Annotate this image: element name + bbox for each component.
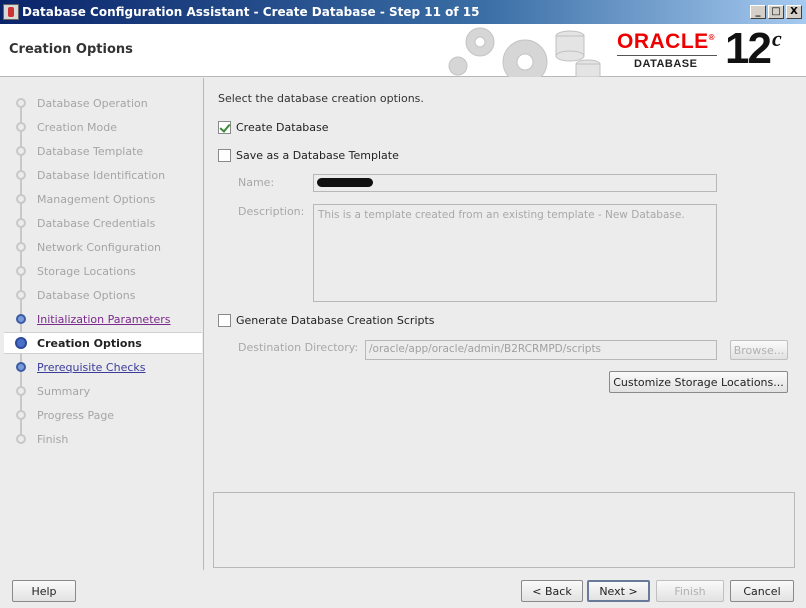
step-status-icon bbox=[16, 314, 26, 324]
nav-step-database-options: Database Options bbox=[4, 284, 202, 306]
generate-scripts-option[interactable]: Generate Database Creation Scripts bbox=[218, 314, 435, 327]
name-label: Name: bbox=[238, 176, 275, 189]
nav-step-label: Database Options bbox=[37, 288, 136, 302]
main-panel: Select the database creation options. Cr… bbox=[203, 78, 803, 570]
create-database-label: Create Database bbox=[236, 121, 329, 134]
step-status-icon bbox=[16, 194, 26, 204]
nav-step-progress-page: Progress Page bbox=[4, 404, 202, 426]
page-title: Creation Options bbox=[9, 42, 133, 57]
close-button[interactable]: X bbox=[786, 5, 802, 19]
nav-step-label: Initialization Parameters bbox=[37, 312, 171, 326]
back-button[interactable]: < Back bbox=[521, 580, 583, 602]
nav-step-database-identification: Database Identification bbox=[4, 164, 202, 186]
nav-step-label: Creation Options bbox=[37, 336, 142, 350]
minimize-button[interactable]: _ bbox=[750, 5, 766, 19]
destination-directory-label: Destination Directory: bbox=[238, 341, 359, 354]
step-status-icon bbox=[16, 170, 26, 180]
step-status-icon bbox=[16, 434, 26, 444]
nav-step-label: Finish bbox=[37, 432, 69, 446]
help-button[interactable]: Help bbox=[12, 580, 76, 602]
step-status-icon bbox=[15, 337, 27, 349]
next-button[interactable]: Next > bbox=[587, 580, 650, 602]
java-app-icon bbox=[3, 4, 19, 20]
create-database-option[interactable]: Create Database bbox=[218, 121, 329, 134]
nav-step-network-configuration: Network Configuration bbox=[4, 236, 202, 258]
step-status-icon bbox=[16, 290, 26, 300]
nav-step-label: Database Template bbox=[37, 144, 144, 158]
nav-step-summary: Summary bbox=[4, 380, 202, 402]
finish-button[interactable]: Finish bbox=[656, 580, 724, 602]
nav-step-initialization-parameters[interactable]: Initialization Parameters bbox=[4, 308, 202, 330]
window-title-bar: Database Configuration Assistant - Creat… bbox=[0, 0, 806, 24]
step-status-icon bbox=[16, 122, 26, 132]
nav-step-database-credentials: Database Credentials bbox=[4, 212, 202, 234]
browse-button[interactable]: Browse... bbox=[730, 340, 788, 360]
nav-step-prerequisite-checks[interactable]: Prerequisite Checks bbox=[4, 356, 202, 378]
nav-step-label: Database Credentials bbox=[37, 216, 156, 230]
step-status-icon bbox=[16, 218, 26, 228]
footer-buttons: Help < Back Next > Finish Cancel bbox=[0, 570, 806, 608]
step-status-icon bbox=[16, 410, 26, 420]
name-field[interactable] bbox=[313, 174, 717, 192]
nav-step-label: Summary bbox=[37, 384, 91, 398]
destination-directory-field[interactable]: /oracle/app/oracle/admin/B2RCRMPD/script… bbox=[365, 340, 717, 360]
description-field[interactable]: This is a template created from an exist… bbox=[313, 204, 717, 302]
maximize-button[interactable]: □ bbox=[768, 5, 784, 19]
step-status-icon bbox=[16, 98, 26, 108]
message-area bbox=[213, 492, 795, 568]
customize-storage-button[interactable]: Customize Storage Locations... bbox=[609, 371, 788, 393]
step-status-icon bbox=[16, 386, 26, 396]
step-status-icon bbox=[16, 242, 26, 252]
gears-decoration-icon bbox=[448, 27, 601, 77]
step-status-icon bbox=[16, 266, 26, 276]
description-label: Description: bbox=[238, 205, 305, 218]
nav-step-database-operation: Database Operation bbox=[4, 92, 202, 114]
nav-step-management-options: Management Options bbox=[4, 188, 202, 210]
nav-step-label: Database Operation bbox=[37, 96, 148, 110]
create-database-checkbox[interactable] bbox=[218, 121, 231, 134]
window-title: Database Configuration Assistant - Creat… bbox=[22, 5, 480, 19]
nav-step-label: Storage Locations bbox=[37, 264, 136, 278]
intro-text: Select the database creation options. bbox=[218, 92, 424, 105]
version-suffix: c bbox=[772, 26, 782, 51]
nav-step-label: Database Identification bbox=[37, 168, 166, 182]
step-status-icon bbox=[16, 146, 26, 156]
version-number: 12 bbox=[725, 24, 772, 73]
generate-scripts-label: Generate Database Creation Scripts bbox=[236, 314, 435, 327]
redacted-name bbox=[317, 178, 373, 187]
database-brand: DATABASE bbox=[634, 58, 698, 70]
cancel-button[interactable]: Cancel bbox=[730, 580, 794, 602]
save-template-checkbox[interactable] bbox=[218, 149, 231, 162]
oracle-12c-logo: ORACLE® DATABASE 12 c bbox=[612, 24, 802, 74]
nav-step-finish: Finish bbox=[4, 428, 202, 450]
nav-step-label: Network Configuration bbox=[37, 240, 162, 254]
header-banner: Creation Options ORACLE® DATABASE 12 c bbox=[0, 24, 806, 77]
nav-step-label: Progress Page bbox=[37, 408, 115, 422]
save-template-label: Save as a Database Template bbox=[236, 149, 399, 162]
nav-step-creation-options: Creation Options bbox=[4, 332, 202, 354]
oracle-brand: ORACLE® bbox=[617, 30, 716, 53]
generate-scripts-checkbox[interactable] bbox=[218, 314, 231, 327]
step-navigation: Database Operation Creation Mode Database … bbox=[4, 78, 202, 570]
step-status-icon bbox=[16, 362, 26, 372]
save-template-option[interactable]: Save as a Database Template bbox=[218, 149, 399, 162]
nav-step-database-template: Database Template bbox=[4, 140, 202, 162]
nav-step-creation-mode: Creation Mode bbox=[4, 116, 202, 138]
nav-step-label: Creation Mode bbox=[37, 120, 118, 134]
nav-step-label: Management Options bbox=[37, 192, 156, 206]
nav-step-label: Prerequisite Checks bbox=[37, 360, 146, 374]
nav-step-storage-locations: Storage Locations bbox=[4, 260, 202, 282]
